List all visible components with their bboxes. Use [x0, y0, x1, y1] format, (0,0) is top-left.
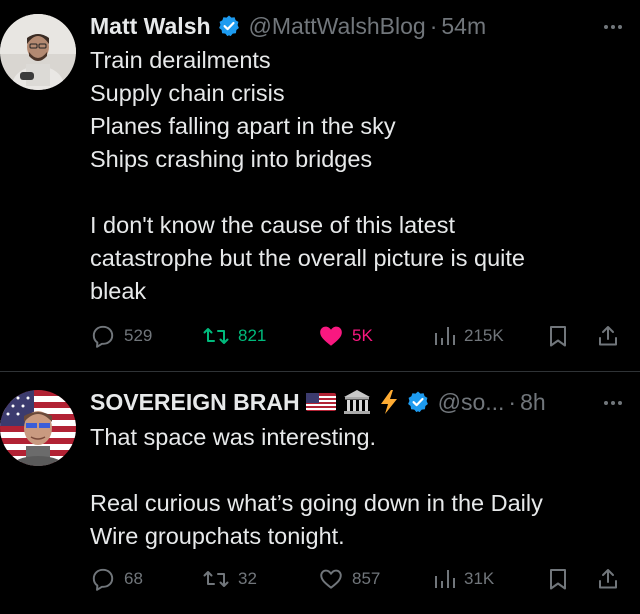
retweet-button[interactable]: 32: [202, 562, 257, 596]
tweet-text: That space was interesting. Real curious…: [90, 421, 610, 553]
share-button[interactable]: [596, 562, 628, 596]
tweet-text-line: Ships crashing into bridges: [90, 146, 373, 172]
views-button[interactable]: 31K: [432, 562, 494, 596]
tweet[interactable]: Matt Walsh @MattWalshBlog · 54m Train de…: [0, 0, 640, 372]
tweet-text-line: [90, 454, 610, 487]
avatar[interactable]: [0, 390, 76, 466]
verified-badge-icon: [406, 390, 430, 414]
share-icon: [599, 326, 617, 346]
handle[interactable]: @MattWalshBlog: [249, 13, 426, 40]
lightning-emoji: [378, 389, 400, 415]
tweet-text-line: That space was interesting.: [90, 424, 377, 450]
reply-icon: [92, 325, 114, 348]
bookmark-button[interactable]: [546, 562, 578, 596]
retweet-count: 821: [238, 326, 267, 345]
classical-building-emoji: [342, 389, 372, 415]
more-options-icon[interactable]: [600, 14, 626, 40]
views-chart-icon: [435, 327, 455, 345]
action-bar: 68 32 857 31K: [90, 562, 630, 596]
views-count: 215K: [464, 326, 504, 345]
tweet-text-line: bleak: [90, 278, 147, 304]
heart-outline-icon: [320, 569, 342, 589]
action-bar: 529 821 5K 215K: [90, 319, 630, 353]
avatar[interactable]: [0, 14, 76, 90]
tweet-text-line: Supply chain crisis: [90, 80, 285, 106]
separator-dot: ·: [508, 388, 517, 415]
separator-dot: ·: [429, 12, 438, 39]
display-name[interactable]: Matt Walsh: [90, 13, 211, 40]
tweet-text-line: Train derailments: [90, 47, 271, 73]
tweet-text-line: Planes falling apart in the sky: [90, 113, 396, 139]
like-button[interactable]: 857: [318, 562, 380, 596]
bookmark-button[interactable]: [546, 319, 578, 353]
tweet-header: SOVEREIGN BRAH @so... · 8h: [90, 387, 600, 417]
reply-button[interactable]: 68: [90, 562, 143, 596]
more-options-icon[interactable]: [600, 390, 626, 416]
reply-icon: [92, 568, 114, 591]
like-count: 857: [352, 569, 381, 588]
share-button[interactable]: [596, 319, 628, 353]
tweet-text-line: [90, 176, 610, 209]
views-chart-icon: [435, 570, 455, 588]
display-name[interactable]: SOVEREIGN BRAH: [90, 389, 300, 416]
tweet-header: Matt Walsh @MattWalshBlog · 54m: [90, 11, 600, 41]
tweet-text-line: Real curious what’s going down in the Da…: [90, 490, 543, 516]
handle[interactable]: @so...: [438, 389, 505, 416]
reply-count: 529: [124, 326, 153, 345]
tweet[interactable]: SOVEREIGN BRAH @so... · 8h That space wa…: [0, 372, 640, 614]
heart-filled-icon: [320, 326, 342, 346]
reply-button[interactable]: 529: [90, 319, 152, 353]
tweet-text-line: catastrophe but the overall picture is q…: [90, 245, 526, 271]
tweet-text-line: Wire groupchats tonight.: [90, 523, 345, 549]
verified-badge-icon: [217, 14, 241, 38]
us-flag-emoji: [305, 389, 336, 415]
tweet-text-line: I don't know the cause of this latest: [90, 212, 456, 238]
reply-count: 68: [124, 569, 143, 588]
retweet-count: 32: [238, 569, 257, 588]
views-button[interactable]: 215K: [432, 319, 504, 353]
bookmark-icon: [550, 569, 566, 590]
timestamp[interactable]: 8h: [520, 389, 546, 416]
like-button[interactable]: 5K: [318, 319, 373, 353]
retweet-icon: [203, 571, 229, 587]
retweet-button[interactable]: 821: [202, 319, 266, 353]
bookmark-icon: [550, 326, 566, 347]
views-count: 31K: [464, 569, 495, 588]
tweet-text: Train derailments Supply chain crisis Pl…: [90, 44, 610, 308]
like-count: 5K: [352, 326, 373, 345]
retweet-icon: [203, 328, 229, 344]
share-icon: [599, 569, 617, 589]
timestamp[interactable]: 54m: [441, 13, 486, 40]
